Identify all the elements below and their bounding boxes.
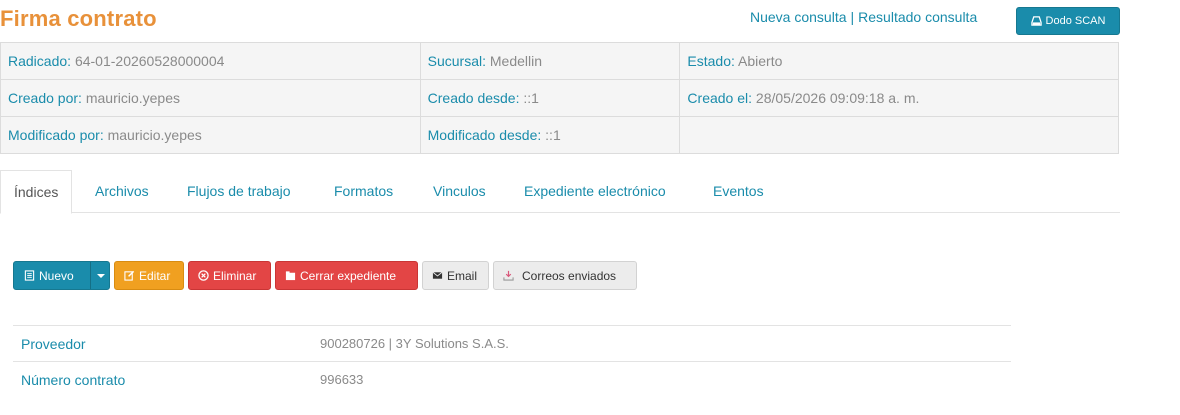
tab-indices[interactable]: Índices — [0, 170, 73, 214]
editar-label: Editar — [139, 268, 171, 283]
info-label: Estado: — [687, 53, 735, 69]
folder-icon — [285, 271, 296, 281]
info-cell-creado-desde: Creado desde: ::1 — [419, 79, 681, 117]
edit-icon — [124, 270, 135, 281]
info-cell-modificado-desde: Modificado desde: ::1 — [419, 116, 681, 154]
page-title: Firma contrato — [0, 6, 157, 31]
tab-archivos[interactable]: Archivos — [82, 170, 162, 213]
field-row-numero-contrato: Número contrato 996633 — [13, 361, 1011, 397]
info-label: Modificado desde: — [427, 127, 542, 143]
link-separator: | — [850, 9, 855, 25]
info-label: Creado el: — [687, 90, 753, 106]
info-value: mauricio.yepes — [107, 127, 202, 143]
cerrar-expediente-button[interactable]: Cerrar expediente — [275, 261, 418, 290]
dodo-scan-button[interactable]: Dodo SCAN — [1016, 7, 1120, 35]
field-label: Proveedor — [21, 336, 86, 352]
info-value: Abierto — [738, 53, 783, 69]
tab-formatos[interactable]: Formatos — [321, 170, 406, 213]
info-row: Radicado: 64-01-20260528000004 Sucursal:… — [0, 42, 1119, 80]
info-value: 64-01-20260528000004 — [74, 53, 225, 69]
chevron-down-icon[interactable] — [97, 274, 105, 278]
scanner-icon — [1030, 15, 1042, 26]
correos-enviados-button[interactable]: Correos enviados — [493, 261, 637, 290]
info-cell-radicado: Radicado: 64-01-20260528000004 — [0, 42, 421, 80]
nuevo-button[interactable]: Nuevo — [13, 261, 110, 290]
info-value: mauricio.yepes — [85, 90, 180, 106]
email-button[interactable]: Email — [422, 261, 489, 290]
info-cell-empty — [679, 116, 1119, 154]
info-row: Modificado por: mauricio.yepes Modificad… — [0, 116, 1119, 154]
record-info-table: Radicado: 64-01-20260528000004 Sucursal:… — [0, 42, 1119, 154]
tab-vinculos[interactable]: Vinculos — [420, 170, 499, 213]
info-label: Creado desde: — [427, 90, 520, 106]
info-cell-sucursal: Sucursal: Medellin — [419, 42, 681, 80]
nueva-consulta-link[interactable]: Nueva consulta — [750, 9, 847, 25]
info-value: Medellin — [489, 53, 543, 69]
field-row-proveedor: Proveedor 900280726 | 3Y Solutions S.A.S… — [13, 325, 1011, 361]
header-links: Nueva consulta | Resultado consulta — [750, 9, 977, 25]
field-value: 900280726 | 3Y Solutions S.A.S. — [320, 336, 509, 351]
info-cell-modificado-por: Modificado por: mauricio.yepes — [0, 116, 421, 154]
delete-circle-icon — [198, 270, 209, 281]
split-divider — [90, 262, 91, 289]
resultado-consulta-link[interactable]: Resultado consulta — [858, 9, 977, 25]
tab-eventos[interactable]: Eventos — [700, 170, 777, 213]
info-cell-creado-el: Creado el: 28/05/2026 09:09:18 a. m. — [679, 79, 1119, 117]
info-cell-estado: Estado: Abierto — [679, 42, 1119, 80]
dodo-scan-label: Dodo SCAN — [1045, 15, 1106, 27]
correos-enviados-label: Correos enviados — [522, 268, 617, 283]
envelope-icon — [432, 271, 443, 279]
email-label: Email — [447, 268, 478, 283]
cerrar-expediente-label: Cerrar expediente — [300, 268, 397, 283]
info-value: ::1 — [545, 127, 561, 143]
tab-bar: Índices Archivos Flujos de trabajo Forma… — [0, 170, 1120, 214]
info-label: Modificado por: — [8, 127, 104, 143]
download-tray-icon — [503, 270, 514, 281]
eliminar-label: Eliminar — [213, 268, 257, 283]
editar-button[interactable]: Editar — [114, 261, 184, 290]
info-label: Radicado: — [8, 53, 72, 69]
document-icon — [24, 270, 35, 281]
info-label: Creado por: — [8, 90, 82, 106]
info-row: Creado por: mauricio.yepes Creado desde:… — [0, 79, 1119, 117]
eliminar-button[interactable]: Eliminar — [188, 261, 271, 290]
field-label: Número contrato — [21, 372, 126, 388]
info-value: 28/05/2026 09:09:18 a. m. — [755, 90, 920, 106]
info-label: Sucursal: — [427, 53, 486, 69]
field-value: 996633 — [320, 372, 364, 387]
tab-expediente-electronico[interactable]: Expediente electrónico — [511, 170, 679, 213]
info-value: ::1 — [523, 90, 539, 106]
info-cell-creado-por: Creado por: mauricio.yepes — [0, 79, 421, 117]
nuevo-label: Nuevo — [39, 268, 74, 283]
tab-flujos-de-trabajo[interactable]: Flujos de trabajo — [174, 170, 304, 213]
index-fields: Proveedor 900280726 | 3Y Solutions S.A.S… — [13, 325, 1011, 397]
